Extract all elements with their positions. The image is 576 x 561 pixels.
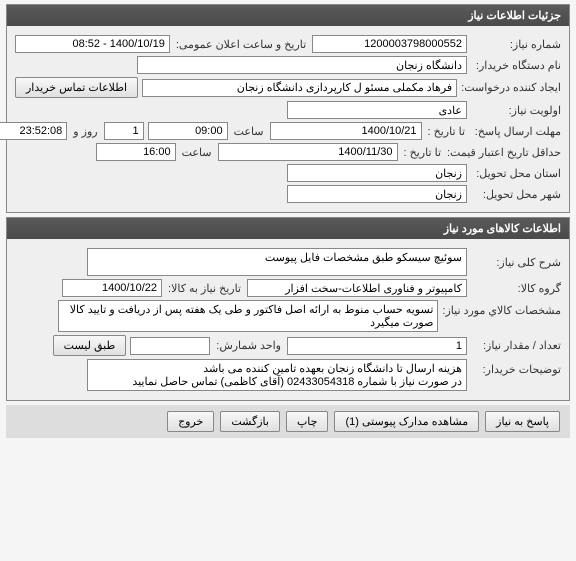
remain-time-field[interactable] [0, 122, 67, 140]
footer-toolbar: پاسخ به نیاز مشاهده مدارک پیوستی (1) چاپ… [6, 405, 570, 438]
exit-button[interactable]: خروج [167, 411, 214, 432]
row-general-desc: شرح کلی نیاز: [15, 248, 561, 276]
delivery-city-label: شهر محل تحویل: [471, 188, 561, 201]
back-button[interactable]: بازگشت [220, 411, 280, 432]
reply-date-field[interactable] [270, 122, 422, 140]
days-and-label: روز و [71, 125, 99, 138]
need-by-field[interactable] [62, 279, 162, 297]
row-group: گروه کالا: تاریخ نیاز به کالا: [15, 279, 561, 297]
per-list-button[interactable]: طبق لیست [53, 335, 127, 356]
need-by-label: تاریخ نیاز به کالا: [166, 282, 243, 295]
group-label: گروه کالا: [471, 282, 561, 295]
group-field[interactable] [247, 279, 467, 297]
items-info-header: اطلاعات کالاهای مورد نیاز [7, 218, 569, 239]
days-count-field[interactable] [104, 122, 144, 140]
items-info-panel: اطلاعات کالاهای مورد نیاز شرح کلی نیاز: … [6, 217, 570, 401]
row-qty: تعداد / مقدار نیاز: واحد شمارش: طبق لیست [15, 335, 561, 356]
requester-field[interactable] [142, 79, 457, 97]
spec-field[interactable] [58, 300, 438, 332]
row-priority: اولویت نیاز: [15, 101, 561, 119]
price-date-field[interactable] [218, 143, 398, 161]
row-delivery-city: شهر محل تحویل: [15, 185, 561, 203]
reply-time-field[interactable] [148, 122, 228, 140]
attachments-button[interactable]: مشاهده مدارک پیوستی (1) [334, 411, 479, 432]
need-info-header: جزئیات اطلاعات نیاز [7, 5, 569, 26]
buyer-label: نام دستگاه خریدار: [471, 59, 561, 72]
to-date-label-2: تا تاریخ : [402, 146, 443, 159]
row-delivery-province: استان محل تحویل: [15, 164, 561, 182]
priority-label: اولویت نیاز: [471, 104, 561, 117]
items-info-body: شرح کلی نیاز: گروه کالا: تاریخ نیاز به ک… [7, 239, 569, 400]
row-spec: مشخصات کالاي مورد نیاز: [15, 300, 561, 332]
need-info-panel: جزئیات اطلاعات نیاز شماره نیاز: تاریخ و … [6, 4, 570, 213]
reply-deadline-label: مهلت ارسال پاسخ: [471, 125, 561, 138]
to-date-label-1: تا تاریخ : [426, 125, 467, 138]
general-desc-field[interactable] [87, 248, 467, 276]
buyer-notes-label: توضیحات خریدار: [471, 359, 561, 376]
unit-field[interactable] [130, 337, 210, 355]
need-number-label: شماره نیاز: [471, 38, 561, 51]
time-label-1: ساعت [232, 125, 266, 138]
requester-label: ایجاد کننده درخواست: [461, 81, 561, 94]
public-announce-field[interactable] [15, 35, 170, 53]
public-announce-label: تاریخ و ساعت اعلان عمومی: [174, 38, 308, 51]
qty-field[interactable] [287, 337, 467, 355]
price-validity-label: حداقل تاریخ اعتبار قیمت: [447, 146, 561, 159]
row-need-number: شماره نیاز: تاریخ و ساعت اعلان عمومی: [15, 35, 561, 53]
buyer-contact-button[interactable]: اطلاعات تماس خریدار [15, 77, 138, 98]
delivery-province-field[interactable] [287, 164, 467, 182]
delivery-province-label: استان محل تحویل: [471, 167, 561, 180]
priority-field[interactable] [287, 101, 467, 119]
need-number-field[interactable] [312, 35, 467, 53]
row-price-validity: حداقل تاریخ اعتبار قیمت: تا تاریخ : ساعت [15, 143, 561, 161]
row-requester: ایجاد کننده درخواست: اطلاعات تماس خریدار [15, 77, 561, 98]
qty-label: تعداد / مقدار نیاز: [471, 339, 561, 352]
price-time-field[interactable] [96, 143, 176, 161]
general-desc-label: شرح کلی نیاز: [471, 256, 561, 269]
unit-label: واحد شمارش: [214, 339, 283, 352]
buyer-notes-field[interactable] [87, 359, 467, 391]
reply-button[interactable]: پاسخ به نیاز [485, 411, 560, 432]
buyer-field[interactable] [137, 56, 467, 74]
row-reply-deadline: مهلت ارسال پاسخ: تا تاریخ : ساعت روز و س… [15, 122, 561, 140]
delivery-city-field[interactable] [287, 185, 467, 203]
spec-label: مشخصات کالاي مورد نیاز: [442, 300, 561, 317]
print-button[interactable]: چاپ [286, 411, 329, 432]
time-label-2: ساعت [180, 146, 214, 159]
row-buyer-notes: توضیحات خریدار: [15, 359, 561, 391]
row-buyer: نام دستگاه خریدار: [15, 56, 561, 74]
need-info-body: شماره نیاز: تاریخ و ساعت اعلان عمومی: نا… [7, 26, 569, 212]
